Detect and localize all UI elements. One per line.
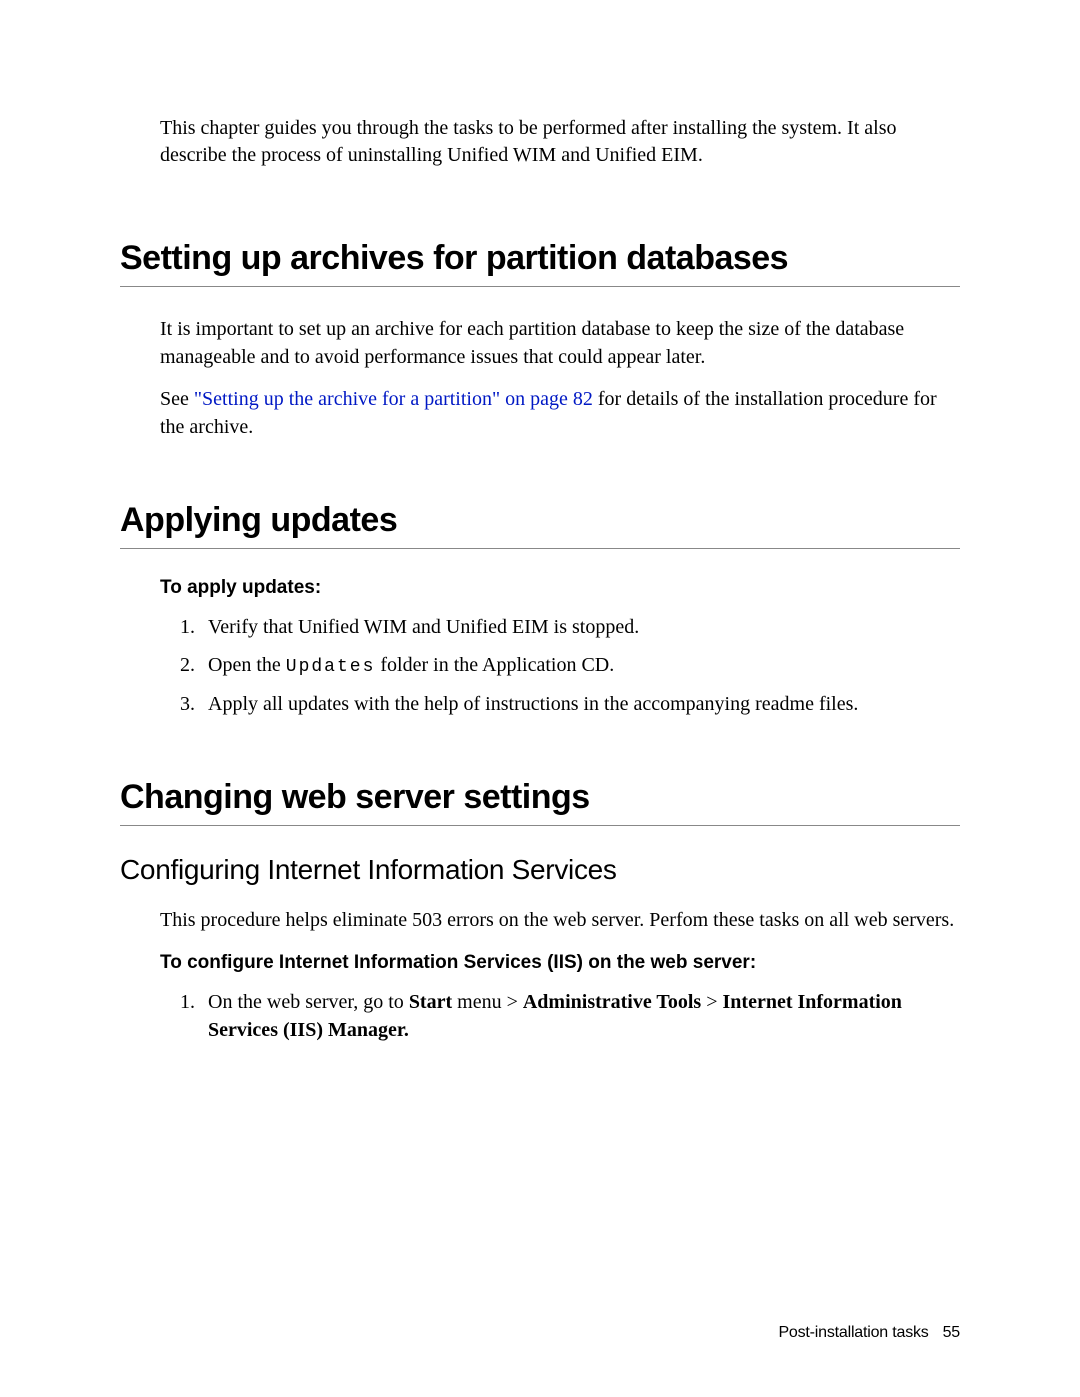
configure-iis-list: On the web server, go to Start menu > Ad… bbox=[120, 988, 960, 1044]
li2-pre: Open the bbox=[208, 654, 286, 676]
section3-p1: This procedure helps eliminate 503 error… bbox=[160, 906, 960, 934]
page-content: This chapter guides you through the task… bbox=[0, 0, 1080, 1164]
list-item: On the web server, go to Start menu > Ad… bbox=[180, 988, 960, 1044]
section1-p2-pre: See bbox=[160, 388, 194, 410]
heading-setting-up-archives: Setting up archives for partition databa… bbox=[120, 239, 960, 287]
li1-mid1: menu > bbox=[452, 991, 523, 1013]
apply-updates-list: Verify that Unified WIM and Unified EIM … bbox=[120, 613, 960, 718]
footer-chapter-label: Post-installation tasks bbox=[778, 1324, 928, 1341]
footer-page-number: 55 bbox=[943, 1324, 960, 1341]
subheading-to-apply-updates: To apply updates: bbox=[160, 577, 960, 599]
section1-body: It is important to set up an archive for… bbox=[120, 315, 960, 441]
li1-pre: On the web server, go to bbox=[208, 991, 409, 1013]
heading-changing-web-server-settings: Changing web server settings bbox=[120, 778, 960, 826]
li2-post: folder in the Application CD. bbox=[375, 654, 614, 676]
list-item: Apply all updates with the help of instr… bbox=[180, 690, 960, 718]
li1-bold-start: Start bbox=[409, 991, 452, 1013]
cross-reference-link[interactable]: "Setting up the archive for a partition"… bbox=[194, 388, 593, 410]
updates-folder-mono: Updates bbox=[286, 657, 376, 677]
subheading-to-configure-iis: To configure Internet Information Servic… bbox=[160, 952, 960, 974]
page-footer: Post-installation tasks 55 bbox=[778, 1324, 960, 1342]
section3-body: This procedure helps eliminate 503 error… bbox=[120, 906, 960, 934]
li1-mid2: > bbox=[701, 991, 722, 1013]
heading-configuring-iis: Configuring Internet Information Service… bbox=[120, 854, 960, 886]
intro-paragraph: This chapter guides you through the task… bbox=[120, 115, 960, 169]
section1-p1: It is important to set up an archive for… bbox=[160, 315, 960, 371]
list-item: Verify that Unified WIM and Unified EIM … bbox=[180, 613, 960, 641]
list-item: Open the Updates folder in the Applicati… bbox=[180, 651, 960, 680]
li1-bold-admin-tools: Administrative Tools bbox=[523, 991, 701, 1013]
section1-p2: See "Setting up the archive for a partit… bbox=[160, 385, 960, 441]
heading-applying-updates: Applying updates bbox=[120, 501, 960, 549]
